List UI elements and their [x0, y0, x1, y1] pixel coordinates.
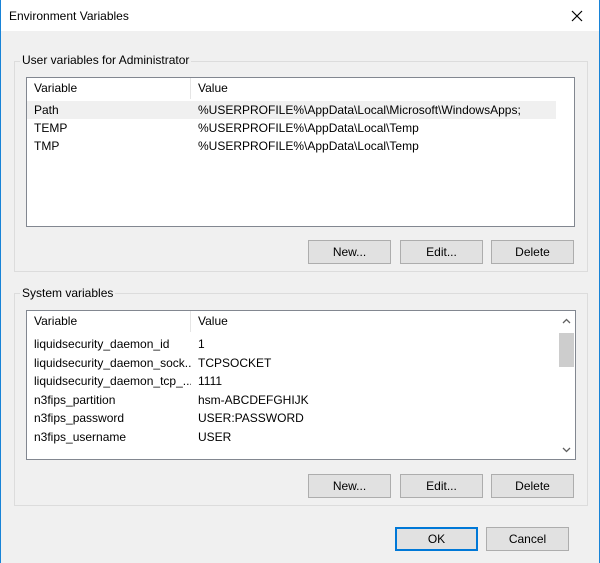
- title-bar: Environment Variables: [1, 0, 599, 31]
- variable-cell: n3fips_partition: [34, 393, 116, 407]
- variable-cell: n3fips_username: [34, 430, 127, 444]
- variable-cell: liquidsecurity_daemon_id: [34, 337, 170, 351]
- cancel-button[interactable]: Cancel: [486, 527, 569, 551]
- window-title: Environment Variables: [9, 9, 129, 23]
- value-cell: 1111: [198, 374, 223, 388]
- ok-button[interactable]: OK: [395, 527, 478, 551]
- vertical-scrollbar[interactable]: [558, 311, 575, 459]
- chevron-down-icon: [562, 447, 571, 452]
- table-row[interactable]: n3fips_password USER:PASSWORD: [27, 409, 304, 427]
- column-header-value[interactable]: Value: [191, 311, 556, 332]
- variable-cell: TMP: [34, 139, 60, 153]
- system-delete-button[interactable]: Delete: [491, 474, 574, 498]
- variable-cell: TEMP: [34, 121, 68, 135]
- user-edit-button[interactable]: Edit...: [400, 240, 483, 264]
- value-cell: %USERPROFILE%\AppData\Local\Temp: [198, 139, 419, 153]
- value-cell: USER:PASSWORD: [198, 411, 304, 425]
- table-row[interactable]: TEMP %USERPROFILE%\AppData\Local\Temp: [27, 119, 419, 137]
- table-row[interactable]: n3fips_username USER: [27, 428, 231, 446]
- variable-cell: n3fips_password: [34, 411, 125, 425]
- user-variables-label: User variables for Administrator: [20, 53, 192, 67]
- value-cell: USER: [198, 430, 232, 444]
- value-cell: TCPSOCKET: [198, 356, 272, 370]
- variable-cell: Path: [34, 103, 59, 117]
- environment-variables-dialog: Environment Variables User variables for…: [0, 0, 600, 563]
- value-cell: hsm-ABCDEFGHIJK: [198, 393, 309, 407]
- table-row[interactable]: n3fips_partition hsm-ABCDEFGHIJK: [27, 391, 309, 409]
- chevron-up-icon: [562, 318, 571, 323]
- table-row[interactable]: liquidsecurity_daemon_sock... TCPSOCKET: [27, 354, 271, 372]
- value-cell: %USERPROFILE%\AppData\Local\Temp: [198, 121, 419, 135]
- user-delete-button[interactable]: Delete: [491, 240, 574, 264]
- scroll-up-button[interactable]: [558, 312, 575, 329]
- system-edit-button[interactable]: Edit...: [400, 474, 483, 498]
- scroll-down-button[interactable]: [558, 441, 575, 458]
- table-row[interactable]: Path %USERPROFILE%\AppData\Local\Microsof…: [27, 101, 556, 119]
- variable-cell: liquidsecurity_daemon_tcp_...: [34, 374, 191, 388]
- close-button[interactable]: [555, 0, 599, 31]
- column-header-variable[interactable]: Variable: [27, 311, 191, 332]
- table-row[interactable]: TMP %USERPROFILE%\AppData\Local\Temp: [27, 137, 419, 155]
- user-new-button[interactable]: New...: [308, 240, 391, 264]
- system-new-button[interactable]: New...: [308, 474, 391, 498]
- column-header-value[interactable]: Value: [191, 78, 556, 99]
- scrollbar-thumb[interactable]: [559, 333, 574, 367]
- table-row[interactable]: liquidsecurity_daemon_id 1: [27, 335, 205, 353]
- column-header-variable[interactable]: Variable: [27, 78, 191, 99]
- close-icon: [571, 10, 583, 21]
- system-variables-list[interactable]: Variable Value liquidsecurity_daemon_id 1…: [26, 310, 576, 460]
- variable-cell: liquidsecurity_daemon_sock...: [34, 356, 191, 370]
- table-row[interactable]: liquidsecurity_daemon_tcp_... 1111: [27, 372, 222, 390]
- system-variables-label: System variables: [20, 286, 116, 300]
- user-variables-list[interactable]: Variable Value Path %USERPROFILE%\AppData…: [26, 77, 575, 227]
- value-cell: %USERPROFILE%\AppData\Local\Microsoft\Wi…: [198, 103, 521, 117]
- value-cell: 1: [198, 337, 205, 351]
